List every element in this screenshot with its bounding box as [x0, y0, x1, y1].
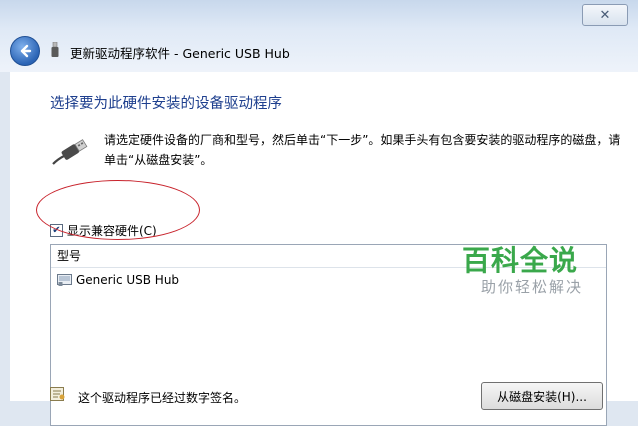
close-button[interactable]: ✕ — [582, 4, 628, 26]
checkbox-checked-icon[interactable]: ✔ — [50, 224, 63, 237]
show-compatible-checkbox[interactable]: ✔ 显示兼容硬件(C) — [50, 222, 157, 239]
back-arrow-icon — [20, 44, 32, 58]
signature-status: 这个驱动程序已经过数字签名。 — [78, 391, 247, 405]
show-compatible-label: 显示兼容硬件(C) — [67, 224, 157, 238]
back-button[interactable] — [10, 36, 40, 66]
watermark-subtitle: 助你轻松解决 — [481, 278, 584, 296]
list-item[interactable]: Generic USB Hub — [57, 273, 179, 287]
usb-hub-device-icon — [57, 274, 72, 286]
window-title: 更新驱动程序软件 - Generic USB Hub — [70, 46, 290, 61]
signed-driver-icon — [50, 387, 65, 401]
watermark-title: 百科全说 — [462, 244, 579, 277]
have-disk-button[interactable]: 从磁盘安装(H)... — [481, 382, 603, 410]
page-heading: 选择要为此硬件安装的设备驱动程序 — [50, 96, 282, 112]
usb-cable-icon — [52, 139, 88, 165]
instruction-text: 请选定硬件设备的厂商和型号，然后单击“下一步”。如果手头有包含要安装的驱动程序的… — [104, 133, 621, 167]
wizard-content: 选择要为此硬件安装的设备驱动程序 请选定硬件设备的厂商和型号，然后单击“下一步”… — [10, 72, 638, 426]
list-item-label: Generic USB Hub — [76, 273, 180, 287]
usb-device-small-icon — [51, 42, 59, 57]
close-icon: ✕ — [599, 7, 611, 23]
